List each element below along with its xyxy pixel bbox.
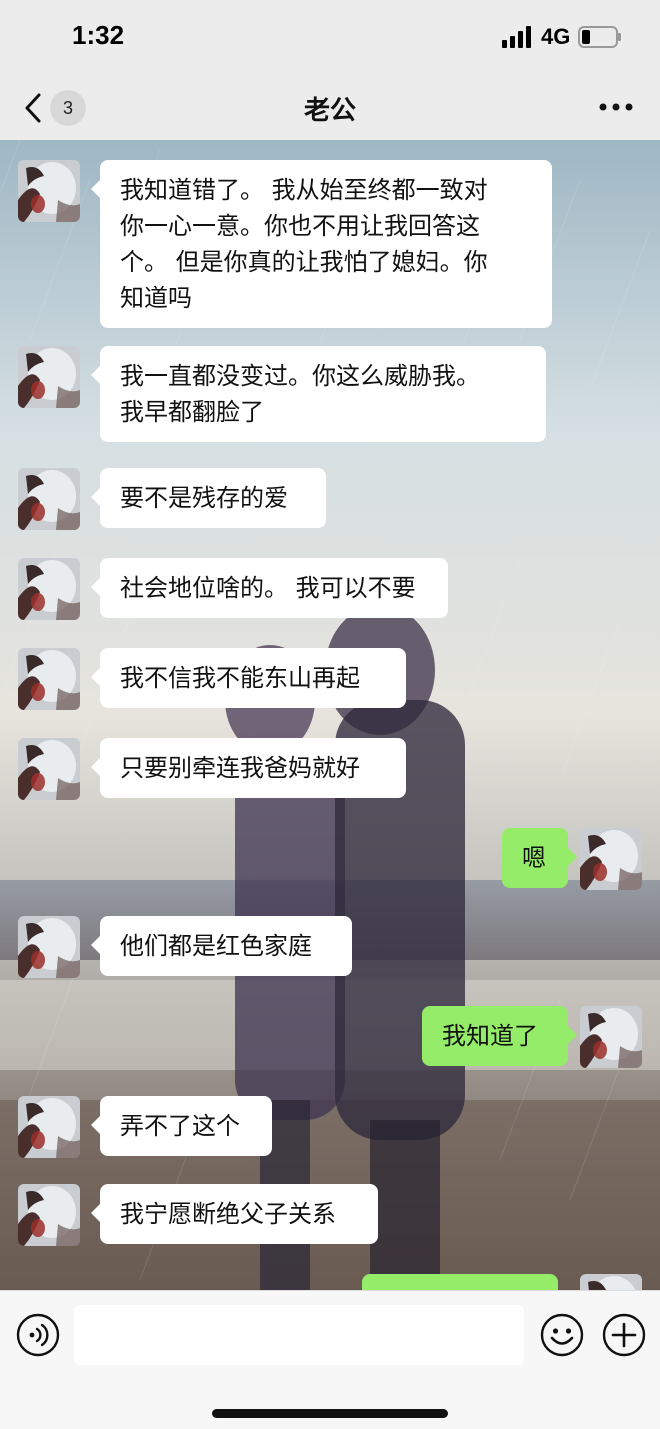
message-text-line: 知道吗 xyxy=(120,284,192,312)
contact-avatar[interactable] xyxy=(18,1184,80,1246)
message-bubble[interactable] xyxy=(362,1274,558,1290)
contact-avatar[interactable] xyxy=(18,916,80,978)
message-text-line: 弄不了这个 xyxy=(120,1112,240,1140)
contact-avatar[interactable] xyxy=(18,346,80,408)
chat-title: 老公 xyxy=(303,96,356,126)
message-bubble[interactable]: 要不是残存的爱 xyxy=(91,468,326,528)
status-time: 1:32 xyxy=(72,20,125,50)
emoji-icon[interactable] xyxy=(540,1313,584,1357)
message-text-line: 我知道错了。 我从始至终都一致对 xyxy=(120,176,488,204)
chat-area[interactable]: 我知道错了。 我从始至终都一致对 你一心一意。你也不用让我回答这 个。 但是你真的让… xyxy=(0,140,660,1290)
message-text-line: 我知道了 xyxy=(442,1022,538,1050)
message-bubble[interactable]: 嗯 xyxy=(502,828,577,888)
contact-avatar[interactable] xyxy=(18,1096,80,1158)
contact-avatar[interactable] xyxy=(18,558,80,620)
voice-icon[interactable] xyxy=(16,1313,60,1357)
message-text-line: 要不是残存的爱 xyxy=(120,484,288,512)
more-dots-icon[interactable] xyxy=(598,100,634,114)
message-text-line: 我一直都没变过。你这么威胁我。 xyxy=(120,362,480,390)
message-input[interactable] xyxy=(74,1305,524,1365)
contact-avatar[interactable] xyxy=(18,160,80,222)
message-text-line: 我不信我不能东山再起 xyxy=(120,664,360,692)
message-text-line: 我宁愿断绝父子关系 xyxy=(120,1200,336,1228)
message-bubble[interactable]: 我不信我不能东山再起 xyxy=(91,648,406,708)
signal-bars-icon xyxy=(502,26,531,48)
contact-avatar[interactable] xyxy=(18,468,80,530)
contact-avatar[interactable] xyxy=(18,738,80,800)
home-indicator[interactable] xyxy=(212,1409,448,1418)
status-bar: 1:32 4G xyxy=(0,0,660,76)
message-bubble[interactable]: 只要别牵连我爸妈就好 xyxy=(91,738,406,798)
message-text-line: 社会地位啥的。 我可以不要 xyxy=(120,574,416,602)
message-bubble[interactable]: 我一直都没变过。你这么威胁我。 我早都翻脸了 xyxy=(91,346,546,442)
message-bubble[interactable]: 我知道错了。 我从始至终都一致对 你一心一意。你也不用让我回答这 个。 但是你真的让… xyxy=(91,160,552,328)
network-label: 4G xyxy=(541,24,571,49)
battery-low-icon xyxy=(578,26,621,48)
my-avatar[interactable] xyxy=(580,1274,642,1290)
plus-icon[interactable] xyxy=(602,1313,646,1357)
message-bubble[interactable]: 他们都是红色家庭 xyxy=(91,916,352,976)
message-bubble[interactable]: 弄不了这个 xyxy=(91,1096,272,1156)
message-text-line: 个。 但是你真的让我怕了媳妇。你 xyxy=(120,248,488,276)
message-text-line: 我早都翻脸了 xyxy=(120,398,264,426)
my-avatar[interactable] xyxy=(580,828,642,890)
message-bubble[interactable]: 社会地位啥的。 我可以不要 xyxy=(91,558,448,618)
message-text-line: 你一心一意。你也不用让我回答这 xyxy=(120,212,480,240)
message-bubble[interactable]: 我知道了 xyxy=(422,1006,577,1066)
nav-bar: 3 老公 xyxy=(0,76,660,140)
message-text-line: 嗯 xyxy=(522,844,546,872)
message-text-line: 他们都是红色家庭 xyxy=(120,932,312,960)
contact-avatar[interactable] xyxy=(18,648,80,710)
message-bubble[interactable]: 我宁愿断绝父子关系 xyxy=(91,1184,378,1244)
input-bar xyxy=(0,1290,660,1429)
my-avatar[interactable] xyxy=(580,1006,642,1068)
message-text-line: 只要别牵连我爸妈就好 xyxy=(120,754,360,782)
